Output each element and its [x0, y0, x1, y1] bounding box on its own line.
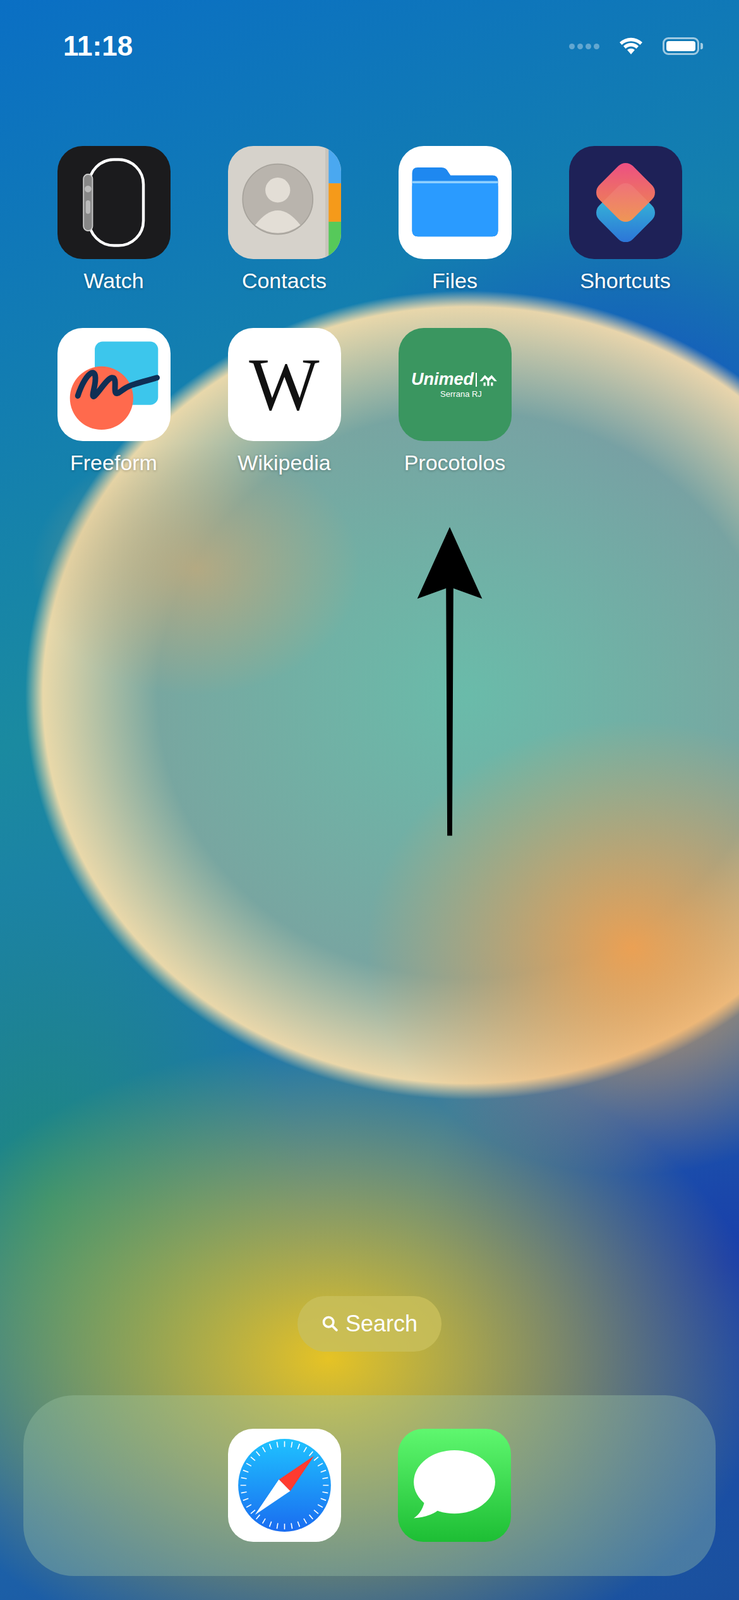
arrow-annotation-icon: [411, 526, 488, 846]
contacts-icon: [228, 145, 342, 259]
app-icon-button[interactable]: W Wikipedia: [198, 327, 370, 475]
dock-app-button[interactable]: [228, 1428, 342, 1542]
freeform-icon: [57, 327, 171, 441]
home-screen: 11:18 Watch Contacts Files Shortcuts Freeform…: [0, 0, 739, 1600]
status-indicators: [569, 36, 703, 56]
wikipedia-logo: W: [248, 347, 319, 422]
app-grid: Watch Contacts Files Shortcuts Freeform W Wiki…: [0, 61, 739, 475]
app-label: Contacts: [241, 267, 327, 294]
app-icon-button[interactable]: Freeform: [28, 327, 199, 475]
app-label: Procotolos: [404, 449, 506, 475]
app-icon-button[interactable]: Contacts: [198, 145, 370, 294]
status-bar: 11:18: [0, 0, 739, 62]
dock: [23, 1394, 716, 1576]
shortcuts-icon: [569, 145, 683, 259]
watch-icon: [57, 145, 171, 259]
app-label: Watch: [83, 267, 144, 294]
unimed-tree-icon: [475, 372, 499, 387]
speech-bubble-icon: [397, 1428, 511, 1542]
app-label: Shortcuts: [579, 267, 671, 294]
magnifier-icon: [321, 1314, 340, 1333]
wifi-icon: [618, 36, 644, 56]
unimed-logo: UnimedSerrana RJ: [411, 370, 499, 399]
dock-app-button[interactable]: [397, 1428, 511, 1542]
app-icon-button[interactable]: Shortcuts: [540, 145, 711, 294]
app-icon-button[interactable]: UnimedSerrana RJ Procotolos: [369, 327, 541, 475]
search-button[interactable]: Search: [297, 1295, 442, 1352]
status-time: 11:18: [63, 30, 133, 62]
folder-icon: [398, 145, 512, 259]
app-icon-button[interactable]: Watch: [28, 145, 199, 294]
app-label: Freeform: [70, 449, 158, 475]
app-icon-button[interactable]: Files: [369, 145, 541, 294]
app-label: Wikipedia: [237, 449, 331, 475]
compass-icon: [228, 1428, 342, 1542]
cellular-icon: [569, 43, 600, 50]
battery-icon: [662, 37, 703, 55]
app-label: Files: [432, 267, 478, 294]
